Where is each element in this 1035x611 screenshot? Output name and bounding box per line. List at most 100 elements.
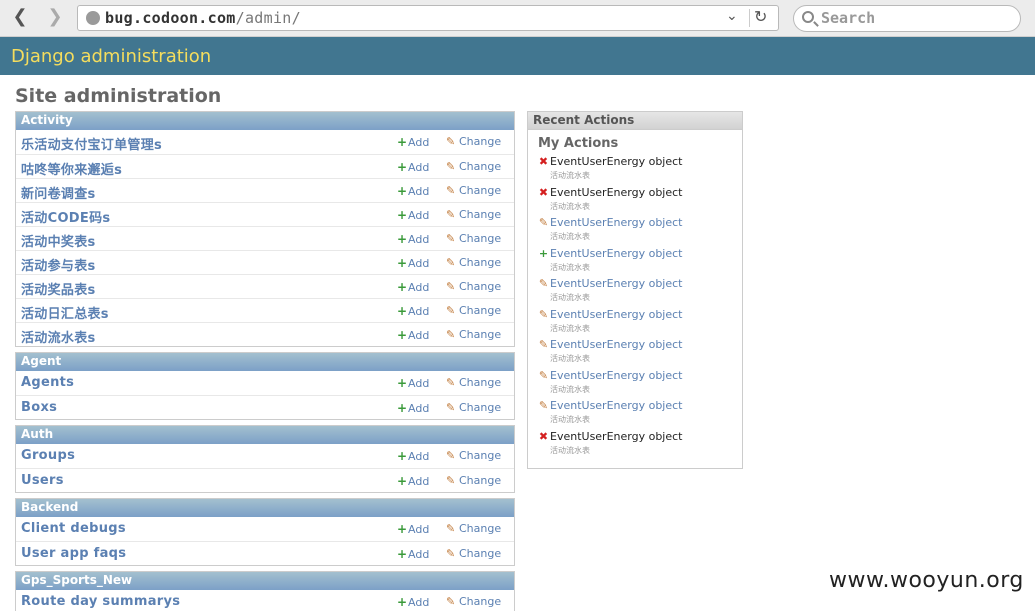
module-caption[interactable]: Auth: [16, 426, 514, 444]
change-link[interactable]: ✎ Change: [446, 160, 501, 173]
module-caption[interactable]: Gps_Sports_New: [16, 572, 514, 590]
recent-action-object[interactable]: EventUserEnergy object: [550, 338, 683, 351]
model-row: Groups +Add ✎ Change: [16, 444, 514, 468]
change-link[interactable]: ✎ Change: [446, 547, 501, 560]
add-link[interactable]: +Add: [397, 474, 429, 488]
change-link[interactable]: ✎ Change: [446, 208, 501, 221]
model-link[interactable]: Boxs: [21, 400, 57, 415]
module-caption[interactable]: Backend: [16, 499, 514, 517]
add-link[interactable]: +Add: [397, 304, 429, 318]
add-link[interactable]: +Add: [397, 595, 429, 609]
model-link[interactable]: 新问卷调查s: [21, 183, 96, 202]
delete-icon: ✖: [538, 185, 549, 199]
model-link[interactable]: Client debugs: [21, 521, 126, 536]
change-link[interactable]: ✎ Change: [446, 256, 501, 269]
chevron-down-icon[interactable]: ⌄: [726, 8, 738, 24]
watermark: www.wooyun.org: [829, 568, 1024, 593]
recent-action-object: EventUserEnergy object: [550, 429, 683, 443]
model-link[interactable]: Groups: [21, 448, 75, 463]
add-label: Add: [408, 185, 430, 198]
change-link[interactable]: ✎ Change: [446, 474, 501, 487]
change-link[interactable]: ✎ Change: [446, 522, 501, 535]
search-icon: [802, 11, 814, 23]
model-link[interactable]: Route day summarys: [21, 594, 180, 609]
change-link[interactable]: ✎ Change: [446, 304, 501, 317]
add-link[interactable]: +Add: [397, 184, 429, 198]
change-link[interactable]: ✎ Change: [446, 232, 501, 245]
add-link[interactable]: +Add: [397, 376, 429, 390]
model-link[interactable]: Agents: [21, 375, 74, 390]
recent-action-model: 活动流水表: [550, 445, 590, 455]
recent-action-model: 活动流水表: [550, 415, 590, 424]
recent-action-model: 活动流水表: [550, 232, 590, 241]
model-link[interactable]: 活动日汇总表s: [21, 303, 109, 322]
model-link[interactable]: 乐活动支付宝订单管理s: [21, 134, 162, 153]
change-link[interactable]: ✎ Change: [446, 595, 501, 608]
module-caption[interactable]: Activity: [16, 112, 514, 130]
model-link[interactable]: 活动流水表s: [21, 327, 96, 346]
app-module-gps-sports-new: Gps_Sports_New Route day summarys +Add ✎ Cha…: [15, 571, 515, 611]
url-separator: [749, 9, 750, 27]
change-link[interactable]: ✎ Change: [446, 449, 501, 462]
model-link[interactable]: User app faqs: [21, 546, 126, 561]
search-input[interactable]: Search: [793, 5, 1021, 32]
add-label: Add: [408, 281, 430, 294]
add-link[interactable]: +Add: [397, 401, 429, 415]
plus-icon: +: [397, 160, 408, 174]
add-label: Add: [408, 305, 430, 318]
add-link[interactable]: +Add: [397, 135, 429, 149]
model-link[interactable]: 咕咚等你来邂逅s: [21, 159, 122, 178]
model-row: 咕咚等你来邂逅s +Add ✎ Change: [16, 154, 514, 178]
recent-action-object: EventUserEnergy object: [550, 155, 683, 168]
recent-action-model: 活动流水表: [550, 201, 590, 211]
recent-action-object[interactable]: EventUserEnergy object: [550, 399, 683, 412]
add-link[interactable]: +Add: [397, 256, 429, 270]
add-label: Add: [408, 377, 430, 390]
url-text[interactable]: bug.codoon.com/admin/: [105, 9, 301, 27]
model-link[interactable]: 活动CODE码s: [21, 207, 110, 226]
pencil-icon: ✎: [446, 256, 456, 269]
change-link[interactable]: ✎ Change: [446, 135, 501, 148]
recent-action-object[interactable]: EventUserEnergy object: [550, 277, 683, 290]
model-row: 活动日汇总表s +Add ✎ Change: [16, 298, 514, 322]
add-link[interactable]: +Add: [397, 328, 429, 342]
add-link[interactable]: +Add: [397, 208, 429, 222]
add-link[interactable]: +Add: [397, 449, 429, 463]
add-link[interactable]: +Add: [397, 232, 429, 246]
model-link[interactable]: 活动奖品表s: [21, 279, 96, 298]
add-label: Add: [408, 596, 430, 609]
change-link[interactable]: ✎ Change: [446, 184, 501, 197]
reload-icon[interactable]: ↻: [754, 7, 767, 26]
recent-action-item: ✖ EventUserEnergy object 活动流水表: [538, 154, 738, 184]
forward-button[interactable]: ❯: [43, 8, 67, 28]
change-link[interactable]: ✎ Change: [446, 401, 501, 414]
model-link[interactable]: 活动参与表s: [21, 255, 96, 274]
add-link[interactable]: +Add: [397, 280, 429, 294]
recent-action-item: + EventUserEnergy object 活动流水表: [538, 246, 738, 276]
recent-action-object[interactable]: EventUserEnergy object: [550, 369, 683, 382]
recent-action-model: 活动流水表: [550, 354, 590, 363]
back-button[interactable]: ❮: [8, 8, 32, 28]
recent-action-object[interactable]: EventUserEnergy object: [550, 216, 683, 229]
recent-actions-caption: Recent Actions: [528, 112, 742, 130]
recent-action-object[interactable]: EventUserEnergy object: [550, 308, 683, 321]
search-placeholder: Search: [821, 9, 876, 27]
recent-action-object[interactable]: EventUserEnergy object: [550, 247, 683, 260]
pencil-icon: ✎: [446, 184, 456, 197]
module-caption[interactable]: Agent: [16, 353, 514, 371]
change-link[interactable]: ✎ Change: [446, 280, 501, 293]
add-link[interactable]: +Add: [397, 160, 429, 174]
plus-icon: +: [397, 522, 408, 536]
add-link[interactable]: +Add: [397, 522, 429, 536]
site-brand[interactable]: Django administration: [11, 46, 211, 67]
model-row: Route day summarys +Add ✎ Change: [16, 590, 514, 611]
change-link[interactable]: ✎ Change: [446, 376, 501, 389]
model-link[interactable]: Users: [21, 473, 64, 488]
change-link[interactable]: ✎ Change: [446, 328, 501, 341]
change-label: Change: [459, 280, 502, 293]
model-link[interactable]: 活动中奖表s: [21, 231, 96, 250]
recent-action-item: ✖ EventUserEnergy object 活动流水表: [538, 429, 738, 459]
address-bar[interactable]: bug.codoon.com/admin/ ⌄ ↻: [77, 5, 779, 31]
recent-action-item: ✎ EventUserEnergy object 活动流水表: [538, 215, 738, 245]
add-link[interactable]: +Add: [397, 547, 429, 561]
